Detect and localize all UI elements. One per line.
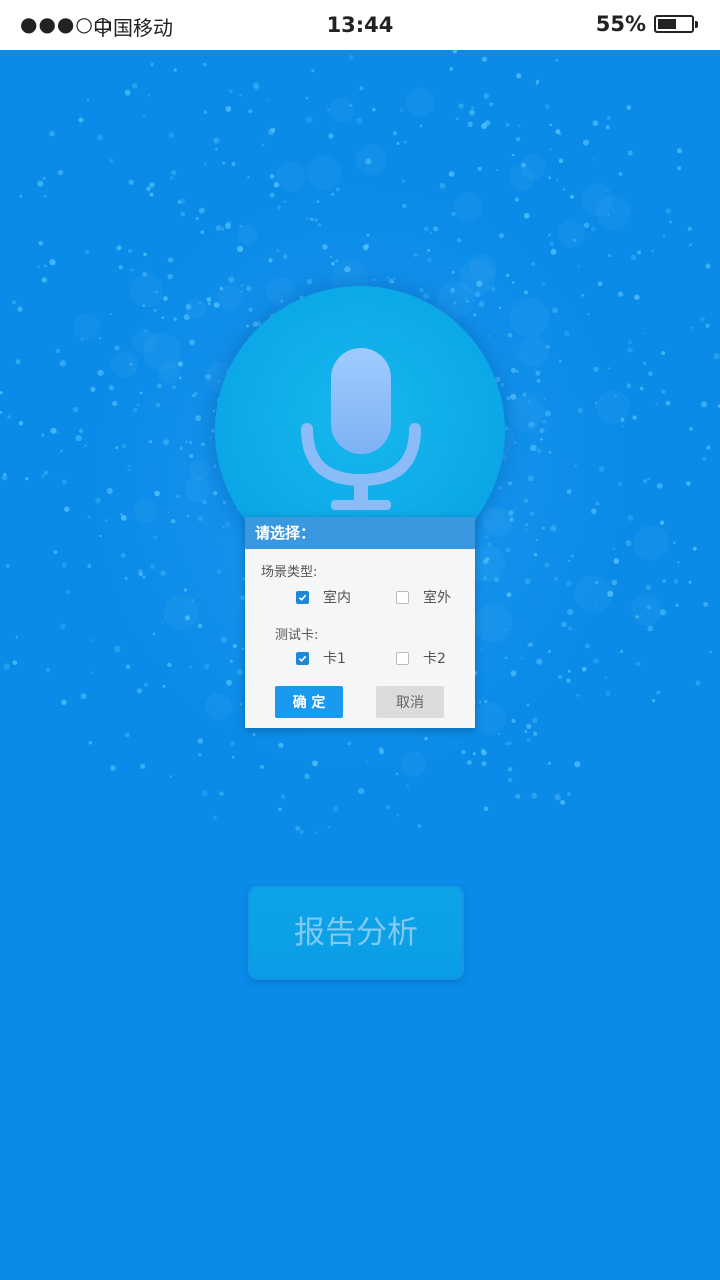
card2-label: 卡2 [423,651,446,667]
scene-type-label: 场景类型: [261,565,318,580]
selection-dialog: 请选择： 场景类型: 室内 室外 测试卡: 卡1 卡2 确 定 取消 [245,517,475,728]
scene-option-outdoor[interactable]: 室外 [396,587,451,607]
outdoor-checkbox[interactable] [396,590,409,604]
scene-option-indoor[interactable]: 室内 [296,587,351,607]
indoor-checkbox[interactable] [296,590,309,604]
cancel-button[interactable]: 取消 [376,686,444,718]
battery-percent: 55% [595,12,646,36]
report-analysis-button[interactable]: 报告分析 [250,888,462,978]
outdoor-label: 室外 [423,590,451,606]
card2-checkbox[interactable] [396,651,409,665]
confirm-button[interactable]: 确 定 [275,686,343,718]
status-bar: ●●●○○ 中国移动 13:44 55% [0,0,720,50]
microphone-icon [301,348,421,510]
card-option-1[interactable]: 卡1 [296,648,346,668]
dialog-title: 请选择： [245,517,475,549]
battery-icon [654,15,698,33]
card1-checkbox[interactable] [296,651,309,665]
card1-label: 卡1 [323,651,346,667]
test-card-label: 测试卡: [275,628,319,643]
indoor-label: 室内 [323,590,351,606]
card-option-2[interactable]: 卡2 [396,648,446,668]
